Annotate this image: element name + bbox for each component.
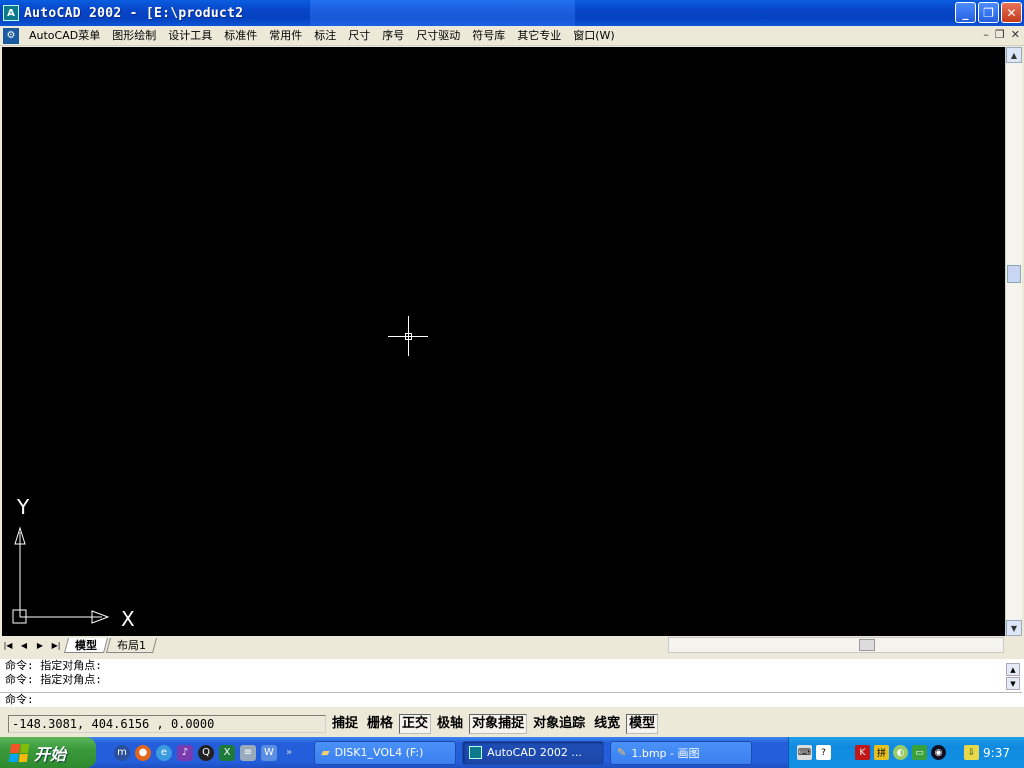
menu-design-tools[interactable]: 设计工具 bbox=[162, 27, 218, 45]
menu-bar: ⚙ AutoCAD菜单 图形绘制 设计工具 标准件 常用件 标注 尺寸 序号 尺… bbox=[0, 26, 1024, 46]
network-icon[interactable]: ▭ bbox=[912, 745, 927, 760]
sound-icon[interactable]: ◐ bbox=[893, 745, 908, 760]
media-icon[interactable]: ♪ bbox=[177, 744, 193, 761]
prev-tab-button[interactable]: ◀ bbox=[16, 637, 32, 653]
command-scrollbar[interactable]: ▲ ▼ bbox=[1006, 663, 1020, 691]
model-toggle[interactable]: 模型 bbox=[626, 714, 659, 734]
ime-icon[interactable]: 拼 bbox=[874, 745, 889, 760]
task-autocad-label: AutoCAD 2002 ... bbox=[487, 746, 582, 759]
menu-autocad[interactable]: AutoCAD菜单 bbox=[23, 27, 106, 45]
task-paint[interactable]: ✎ 1.bmp - 画图 bbox=[610, 740, 753, 765]
autocad-icon bbox=[469, 746, 483, 759]
start-button[interactable]: 开始 bbox=[0, 737, 96, 768]
paint-icon: ✎ bbox=[617, 746, 627, 759]
grid-toggle[interactable]: 栅格 bbox=[364, 714, 396, 734]
vertical-scroll-thumb[interactable] bbox=[1007, 265, 1021, 283]
folder-icon: ▰ bbox=[321, 746, 330, 759]
menu-draw[interactable]: 图形绘制 bbox=[106, 27, 162, 45]
polar-toggle[interactable]: 极轴 bbox=[434, 714, 466, 734]
last-tab-button[interactable]: ▶| bbox=[48, 637, 64, 653]
tab-layout1-label: 布局1 bbox=[117, 638, 146, 652]
restore-button[interactable]: ❐ bbox=[978, 2, 999, 23]
lineweight-toggle[interactable]: 线宽 bbox=[591, 714, 623, 734]
horizontal-scrollbar[interactable] bbox=[668, 637, 1004, 653]
security-icon[interactable]: ◉ bbox=[931, 745, 946, 760]
window-title: AutoCAD 2002 - [E:\product2 bbox=[24, 5, 244, 21]
menu-other[interactable]: 其它专业 bbox=[511, 27, 567, 45]
document-icon[interactable]: ⚙ bbox=[3, 27, 19, 44]
ucs-y-label: Y bbox=[16, 495, 30, 519]
excel-icon[interactable]: X bbox=[219, 744, 235, 761]
otrack-toggle[interactable]: 对象追踪 bbox=[530, 714, 588, 734]
menu-symbol-library[interactable]: 符号库 bbox=[466, 27, 511, 45]
snap-toggle[interactable]: 捕捉 bbox=[329, 714, 361, 734]
ucs-x-label: X bbox=[121, 607, 135, 631]
quick-launch: m ● e ♪ Q X ≡ W » bbox=[114, 744, 292, 761]
update-icon[interactable]: ⇩ bbox=[964, 745, 979, 760]
mdi-close-button[interactable]: ✕ bbox=[1011, 28, 1020, 41]
taskbar: 开始 m ● e ♪ Q X ≡ W » ▰ DISK1_VOL4 (F:) A… bbox=[0, 737, 1024, 768]
task-paint-label: 1.bmp - 画图 bbox=[631, 746, 700, 760]
menu-dim-drive[interactable]: 尺寸驱动 bbox=[410, 27, 466, 45]
ucs-icon: Y X bbox=[12, 495, 135, 631]
command-window: 命令: 指定对角点: 命令: 指定对角点: 命令: ▲ ▼ bbox=[0, 657, 1024, 707]
ortho-toggle[interactable]: 正交 bbox=[399, 714, 432, 734]
title-highlight bbox=[310, 0, 575, 26]
scroll-down-button[interactable]: ▼ bbox=[1006, 620, 1022, 636]
coordinate-display[interactable]: -148.3081, 404.6156 , 0.0000 bbox=[8, 715, 326, 733]
system-tray: ⌨ ? K 拼 ◐ ▭ ◉ ⇩ 9:37 bbox=[788, 737, 1024, 768]
command-history-line: 命令: 指定对角点: bbox=[5, 659, 102, 672]
drawing-canvas[interactable]: Y X bbox=[2, 47, 1005, 636]
kaspersky-icon[interactable]: K bbox=[855, 745, 870, 760]
tab-layout1[interactable]: 布局1 bbox=[105, 637, 158, 653]
browser-icon[interactable]: e bbox=[156, 744, 172, 761]
windows-flag-icon bbox=[8, 743, 30, 762]
mdi-restore-button[interactable]: ❐ bbox=[995, 28, 1005, 41]
minimize-button[interactable]: _ bbox=[955, 2, 976, 23]
mdi-minimize-button[interactable]: – bbox=[983, 28, 989, 41]
layout-tab-row: |◀ ◀ ▶ ▶| 模型 布局1 bbox=[0, 636, 1024, 654]
command-history-line: 命令: 指定对角点: bbox=[5, 673, 102, 686]
menu-annotate[interactable]: 标注 bbox=[308, 27, 342, 45]
help-icon[interactable]: ? bbox=[816, 745, 831, 760]
autocad-icon[interactable]: A bbox=[3, 5, 19, 21]
scroll-up-button[interactable]: ▲ bbox=[1006, 47, 1022, 63]
status-bar: -148.3081, 404.6156 , 0.0000 捕捉 栅格 正交 极轴… bbox=[0, 712, 1024, 736]
task-disk1-label: DISK1_VOL4 (F:) bbox=[334, 746, 424, 759]
close-button[interactable]: ✕ bbox=[1001, 2, 1022, 23]
menu-common-parts[interactable]: 常用件 bbox=[263, 27, 308, 45]
vertical-scrollbar[interactable]: ▲ ▼ bbox=[1005, 47, 1022, 636]
command-prompt: 命令: bbox=[5, 693, 34, 706]
tab-model-label: 模型 bbox=[75, 638, 97, 652]
menu-dimension[interactable]: 尺寸 bbox=[342, 27, 376, 45]
command-scroll-up-button[interactable]: ▲ bbox=[1006, 663, 1020, 676]
next-tab-button[interactable]: ▶ bbox=[32, 637, 48, 653]
firefox-icon[interactable]: ● bbox=[135, 744, 151, 761]
menu-window[interactable]: 窗口(W) bbox=[567, 27, 620, 45]
keyboard-icon[interactable]: ⌨ bbox=[797, 745, 812, 760]
task-disk1[interactable]: ▰ DISK1_VOL4 (F:) bbox=[314, 740, 457, 765]
horizontal-scroll-thumb[interactable] bbox=[859, 639, 875, 651]
word-icon[interactable]: W bbox=[261, 744, 277, 761]
menu-sequence[interactable]: 序号 bbox=[376, 27, 410, 45]
command-scroll-down-button[interactable]: ▼ bbox=[1006, 677, 1020, 690]
notepad-icon[interactable]: ≡ bbox=[240, 744, 256, 761]
qq-icon[interactable]: Q bbox=[198, 744, 214, 761]
title-bar[interactable]: A AutoCAD 2002 - [E:\product2 _ ❐ ✕ bbox=[0, 0, 1024, 26]
menu-standard-parts[interactable]: 标准件 bbox=[218, 27, 263, 45]
maxthon-icon[interactable]: m bbox=[114, 744, 130, 761]
osnap-toggle[interactable]: 对象捕捉 bbox=[469, 714, 528, 734]
task-autocad[interactable]: AutoCAD 2002 ... bbox=[462, 740, 605, 765]
first-tab-button[interactable]: |◀ bbox=[0, 637, 16, 653]
pickbox bbox=[405, 333, 412, 340]
command-input[interactable]: 命令: bbox=[0, 692, 1022, 707]
clock[interactable]: 9:37 bbox=[983, 746, 1010, 760]
more-icon[interactable]: » bbox=[286, 747, 292, 758]
start-label: 开始 bbox=[34, 744, 67, 764]
tab-model[interactable]: 模型 bbox=[63, 637, 109, 653]
